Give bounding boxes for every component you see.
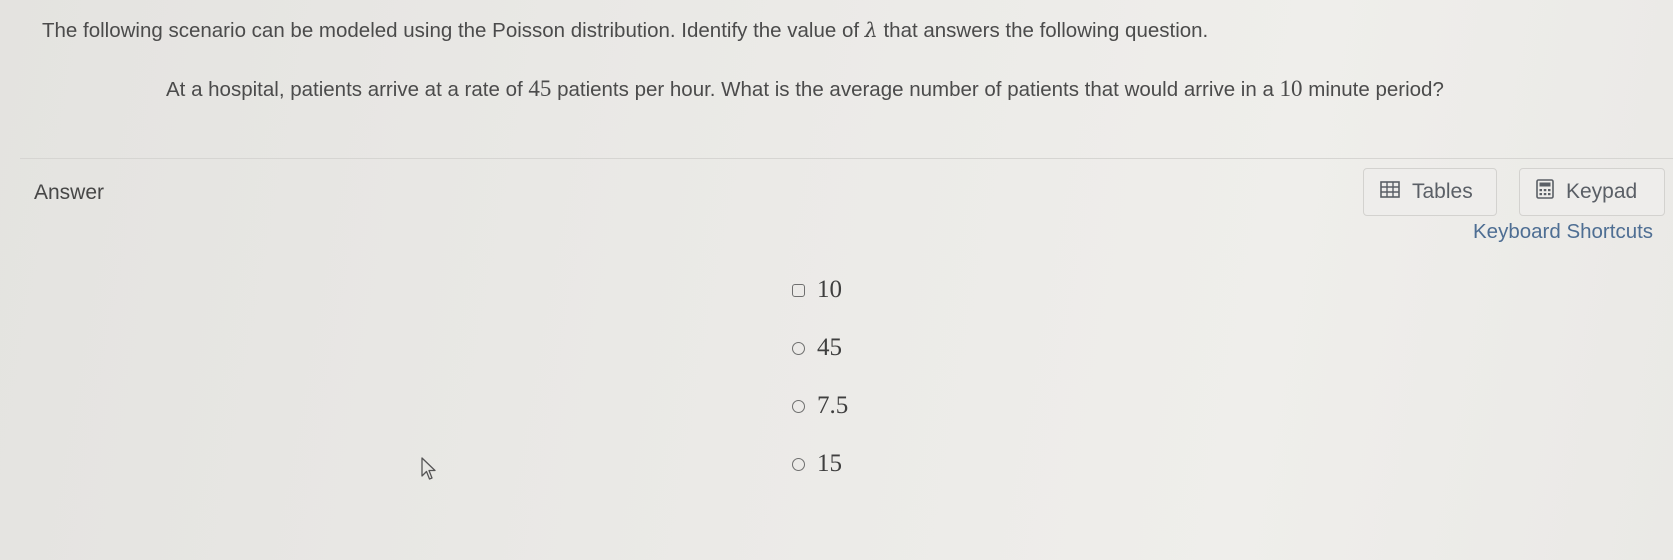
option-4[interactable]: 15 xyxy=(792,450,842,478)
keypad-button[interactable]: Keypad xyxy=(1519,168,1665,216)
radio-button[interactable] xyxy=(792,341,805,355)
prompt-before-symbol: The following scenario can be modeled us… xyxy=(42,19,865,42)
radio-button[interactable] xyxy=(792,399,805,413)
question-part-1: At a hospital, patients arrive at a rate… xyxy=(166,78,529,101)
tables-label: Tables xyxy=(1412,180,1473,203)
answer-label: Answer xyxy=(34,181,105,204)
radio-button[interactable] xyxy=(792,457,805,471)
option-3[interactable]: 7.5 xyxy=(792,392,848,420)
keypad-label: Keypad xyxy=(1566,180,1638,203)
prompt-after-symbol: that answers the following question. xyxy=(877,19,1209,42)
period-value: 10 xyxy=(1279,76,1303,101)
tables-button[interactable]: Tables xyxy=(1363,168,1497,216)
option-label: 45 xyxy=(817,334,842,361)
option-1[interactable]: 10 xyxy=(792,276,842,304)
option-label: 15 xyxy=(817,450,842,477)
prompt-text: The following scenario can be modeled us… xyxy=(42,18,1208,43)
keyboard-shortcuts-link[interactable]: Keyboard Shortcuts xyxy=(1473,220,1653,244)
table-grid-icon xyxy=(1380,180,1400,204)
option-label: 7.5 xyxy=(817,392,849,419)
lambda-symbol: λ xyxy=(864,18,878,42)
option-label: 10 xyxy=(817,276,842,303)
question-part-3: minute period? xyxy=(1302,78,1444,101)
question-part-2: patients per hour. What is the average n… xyxy=(551,78,1280,101)
mouse-pointer-icon xyxy=(421,457,437,486)
section-divider xyxy=(20,158,1673,159)
radio-button[interactable] xyxy=(792,283,805,297)
rate-value: 45 xyxy=(528,76,552,101)
question-text: At a hospital, patients arrive at a rate… xyxy=(166,76,1444,102)
calculator-icon xyxy=(1536,179,1554,205)
option-2[interactable]: 45 xyxy=(792,334,842,362)
